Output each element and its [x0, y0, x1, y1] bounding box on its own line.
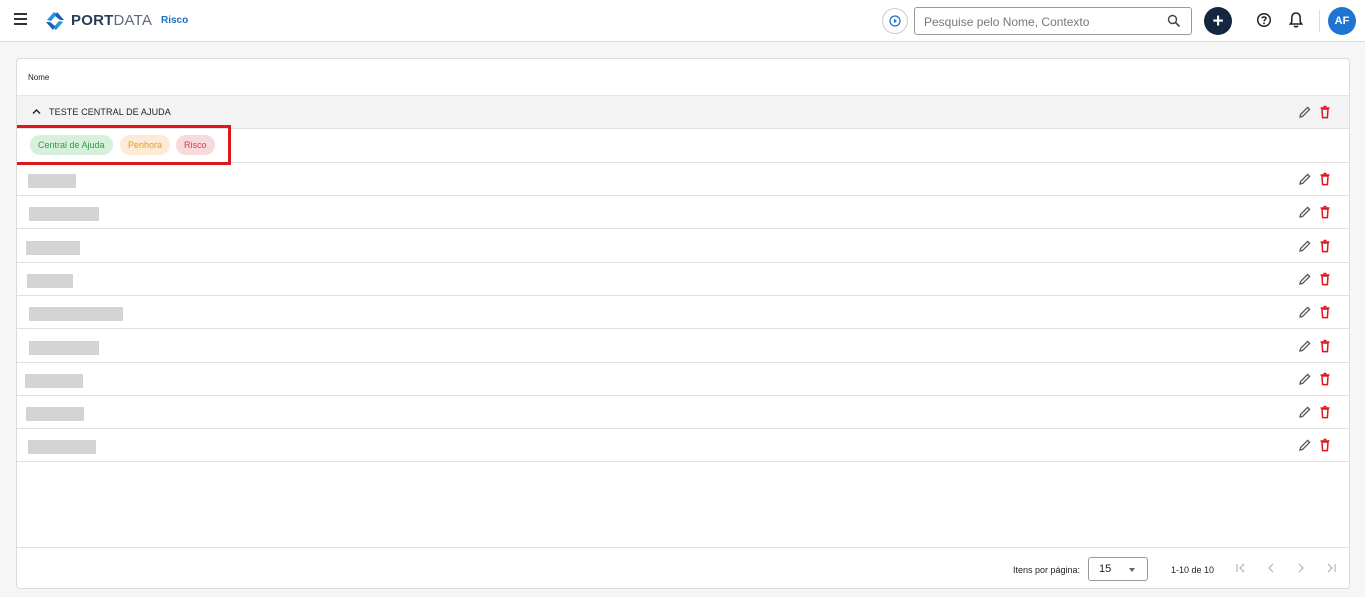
top-app-bar: PORTDATA Risco + AF: [0, 0, 1365, 42]
table-row[interactable]: [17, 196, 1349, 230]
redacted-name: [26, 407, 84, 422]
items-per-page-label: Itens por página:: [1013, 565, 1081, 575]
play-circle-icon: [889, 15, 901, 27]
group-title: TESTE CENTRAL DE AJUDA: [49, 107, 171, 117]
chevron-up-icon[interactable]: [32, 108, 41, 115]
previous-page-icon[interactable]: [1264, 561, 1278, 575]
dropdown-caret-icon: [1129, 568, 1135, 572]
table-row[interactable]: [17, 330, 1349, 363]
edit-pencil-icon[interactable]: [1298, 239, 1312, 253]
search-icon[interactable]: [1167, 14, 1181, 28]
delete-trash-icon[interactable]: [1318, 405, 1332, 419]
redacted-name: [27, 273, 73, 288]
tag-risco: Risco: [176, 135, 215, 155]
next-page-icon[interactable]: [1294, 561, 1308, 575]
delete-trash-icon[interactable]: [1318, 372, 1332, 386]
edit-pencil-icon[interactable]: [1298, 339, 1312, 353]
delete-trash-icon[interactable]: [1318, 239, 1332, 253]
edit-pencil-icon[interactable]: [1298, 172, 1312, 186]
delete-trash-icon[interactable]: [1318, 438, 1332, 452]
edit-pencil-icon[interactable]: [1298, 438, 1312, 452]
tag-penhora: Penhora: [120, 135, 171, 155]
search-box: [914, 7, 1192, 35]
toolbar-divider: [1319, 10, 1320, 32]
user-avatar[interactable]: AF: [1328, 7, 1356, 35]
items-per-page-value: 15: [1099, 563, 1112, 575]
redacted-name: [29, 307, 123, 322]
table-row[interactable]: [17, 396, 1349, 430]
items-per-page-select[interactable]: 15: [1088, 557, 1148, 581]
portdata-logo-icon: [46, 12, 64, 30]
group-row[interactable]: TESTE CENTRAL DE AJUDA: [17, 96, 1349, 129]
edit-pencil-icon[interactable]: [1298, 305, 1312, 319]
table-header: Nome: [17, 59, 1349, 96]
table-row[interactable]: [17, 363, 1349, 396]
last-page-icon[interactable]: [1324, 561, 1338, 575]
table-row[interactable]: [17, 429, 1349, 463]
brand-name: PORTDATA: [71, 12, 153, 29]
redacted-name: [29, 207, 99, 222]
tag-central-de-ajuda: Central de Ajuda: [30, 135, 113, 155]
delete-trash-icon[interactable]: [1318, 105, 1332, 119]
edit-pencil-icon[interactable]: [1298, 372, 1312, 386]
edit-pencil-icon[interactable]: [1298, 105, 1312, 119]
tags-row: Central de Ajuda Penhora Risco: [17, 125, 1349, 165]
edit-pencil-icon[interactable]: [1298, 272, 1312, 286]
first-page-icon[interactable]: [1234, 561, 1248, 575]
play-tour-button[interactable]: [882, 8, 908, 34]
table-row[interactable]: [17, 263, 1349, 296]
help-icon[interactable]: [1256, 12, 1272, 28]
delete-trash-icon[interactable]: [1318, 305, 1332, 319]
table-row[interactable]: [17, 163, 1349, 196]
search-input[interactable]: [924, 13, 1164, 30]
delete-trash-icon[interactable]: [1318, 272, 1332, 286]
page-range-label: 1-10 de 10: [1171, 565, 1215, 575]
menu-icon[interactable]: [14, 13, 28, 27]
edit-pencil-icon[interactable]: [1298, 205, 1312, 219]
redacted-name: [28, 440, 96, 455]
context-label: Risco: [161, 15, 189, 26]
redacted-name: [26, 240, 80, 255]
notifications-bell-icon[interactable]: [1288, 11, 1304, 29]
paginator: Itens por página: 15 1-10 de 10: [17, 547, 1349, 588]
redacted-name: [25, 373, 83, 388]
column-header-nome[interactable]: Nome: [28, 73, 49, 82]
add-button[interactable]: +: [1204, 7, 1232, 35]
redacted-name: [28, 174, 76, 188]
edit-pencil-icon[interactable]: [1298, 405, 1312, 419]
redacted-name: [29, 340, 99, 355]
table-row[interactable]: [17, 296, 1349, 330]
delete-trash-icon[interactable]: [1318, 205, 1332, 219]
delete-trash-icon[interactable]: [1318, 339, 1332, 353]
delete-trash-icon[interactable]: [1318, 172, 1332, 186]
table-card: Nome TESTE CENTRAL DE AJUDA Central de A…: [16, 58, 1350, 589]
table-row[interactable]: [17, 230, 1349, 263]
